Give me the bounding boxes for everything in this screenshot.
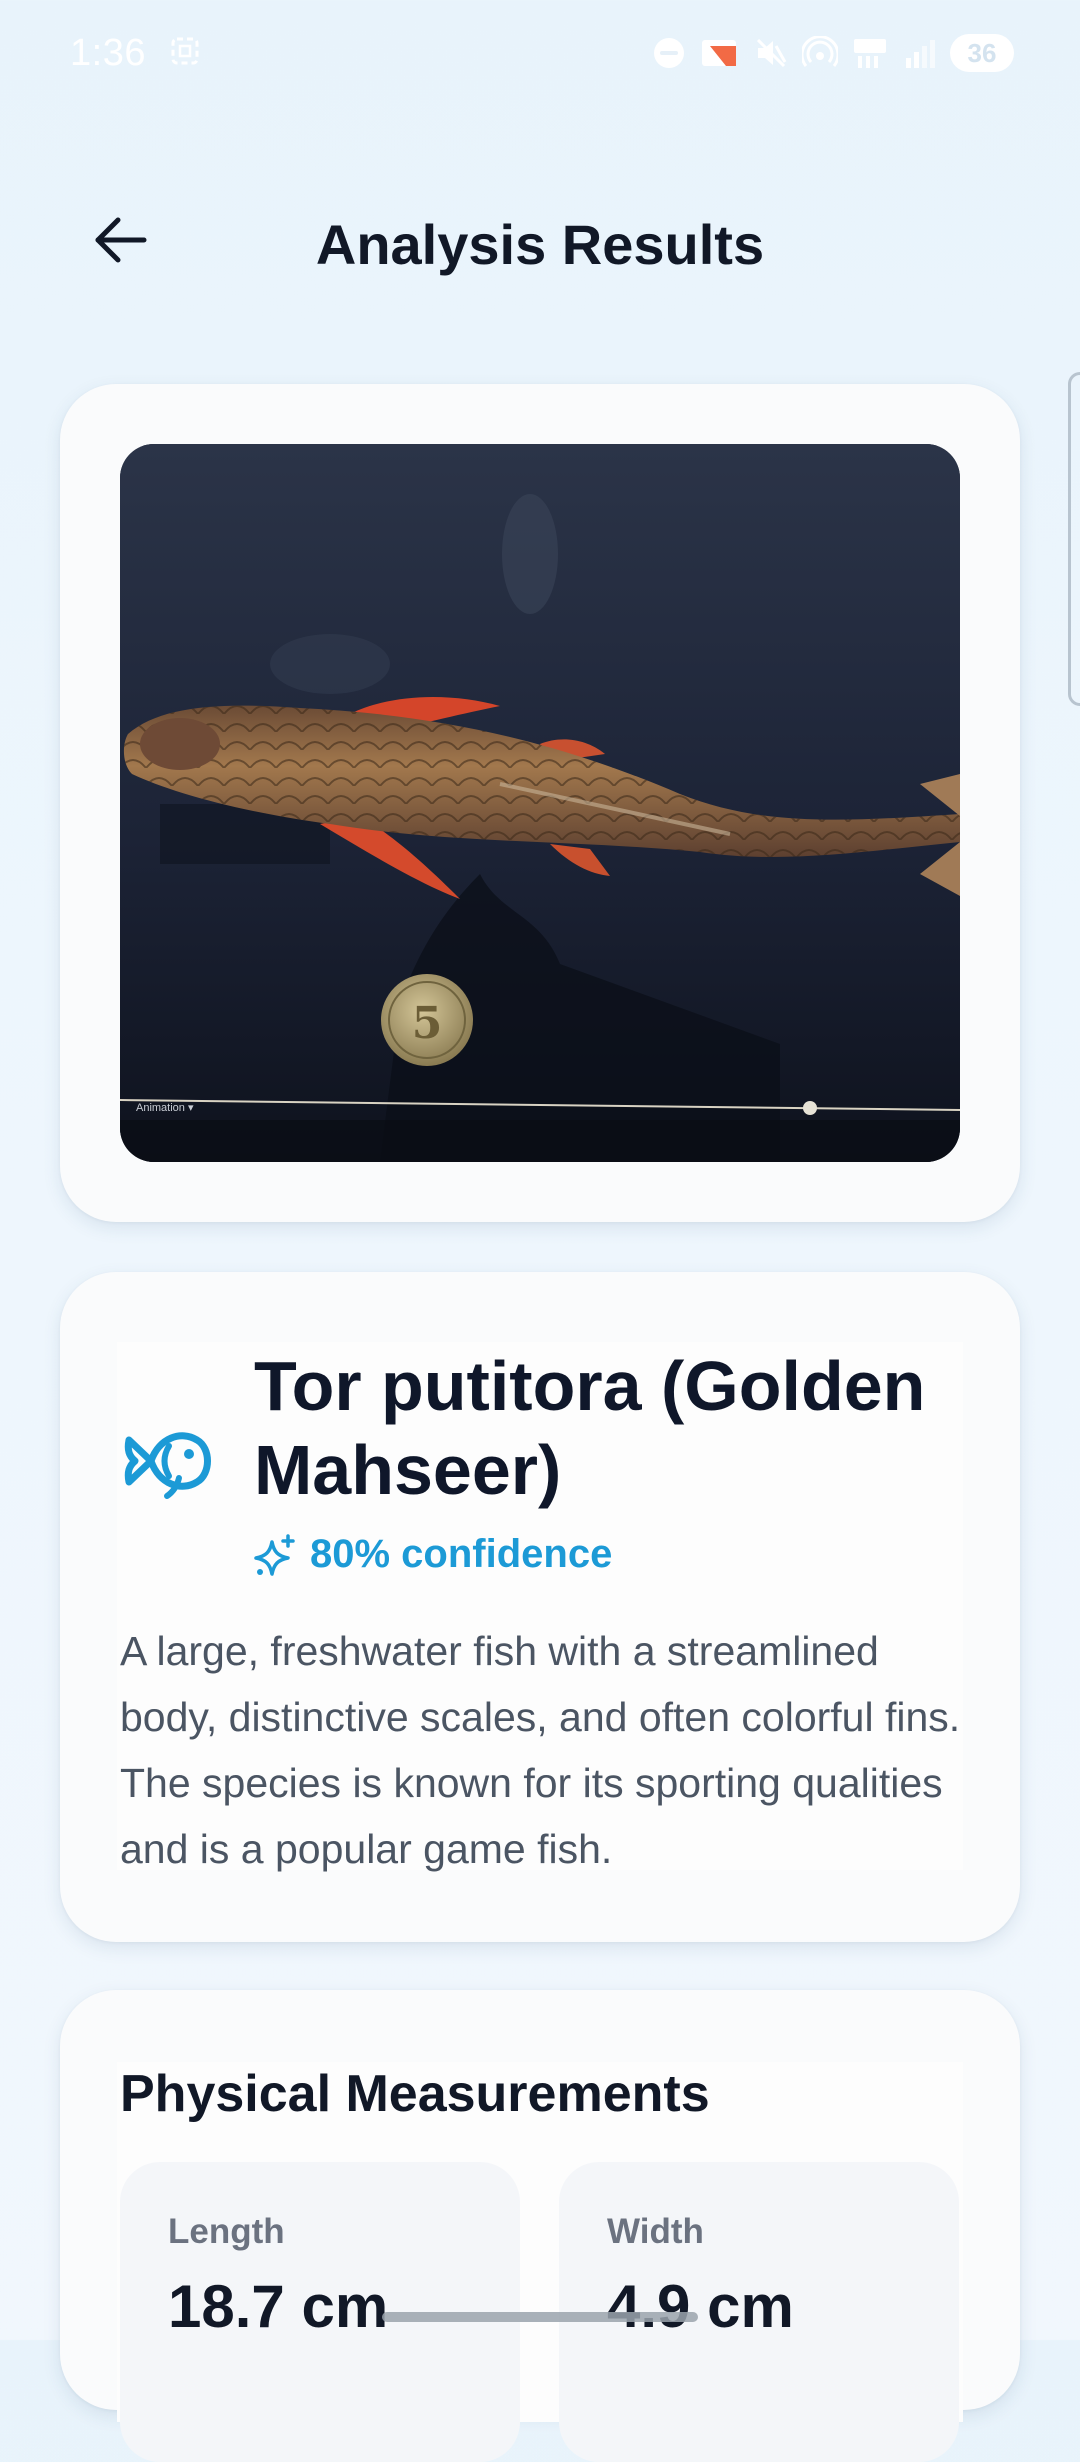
length-value: 18.7 cm [168,2273,389,2340]
status-time: 1:36 [70,31,146,74]
hotspot-icon [802,36,838,70]
photo-overlay-label: Animation ▾ [136,1102,194,1114]
fish-photo-illustration: 5 Animation ▾ [120,444,960,1162]
measurements-title: Physical Measurements [120,2065,710,2123]
image-card: 5 Animation ▾ [60,384,1020,1222]
status-bar: 1:36 36 [0,0,1080,106]
cast-icon [700,36,740,70]
coin-text: 5 [412,998,443,1049]
edge-handle[interactable] [1068,372,1080,706]
measurements-card: Physical Measurements Length 18.7 cm Wid… [60,1990,1020,2462]
sparkles-icon [254,1533,295,1576]
page-title: Analysis Results [315,213,765,276]
species-card: Tor putitora (Golden Mahseer) 80% confid… [60,1272,1020,1942]
data-icon [852,36,888,70]
confidence-badge: 80% confidence [254,1532,612,1577]
length-label: Length [168,2212,285,2251]
status-left: 1:36 [70,32,202,75]
battery-level: 36 [967,37,997,68]
confidence-text: 80% confidence [310,1532,613,1576]
fish-photo[interactable]: 5 Animation ▾ [120,444,960,1162]
status-icons: 36 [652,34,1014,72]
signal-icon [902,36,936,70]
dnd-icon [652,36,686,70]
battery-indicator: 36 [950,34,1014,72]
species-name: Tor putitora (Golden Mahseer) [254,1347,926,1509]
species-section: Tor putitora (Golden Mahseer) 80% confid… [117,1342,963,1872]
fish-icon [124,1432,211,1499]
species-description: A large, freshwater fish with a streamli… [120,1628,961,1872]
screenshot-icon [168,34,202,73]
app-header: Analysis Results [0,190,1080,290]
mute-icon [754,36,788,70]
width-value: 4.9 cm [607,2273,794,2340]
width-label: Width [607,2212,704,2251]
measurements-section: Physical Measurements Length 18.7 cm Wid… [117,2062,963,2462]
home-indicator[interactable] [382,2312,698,2322]
